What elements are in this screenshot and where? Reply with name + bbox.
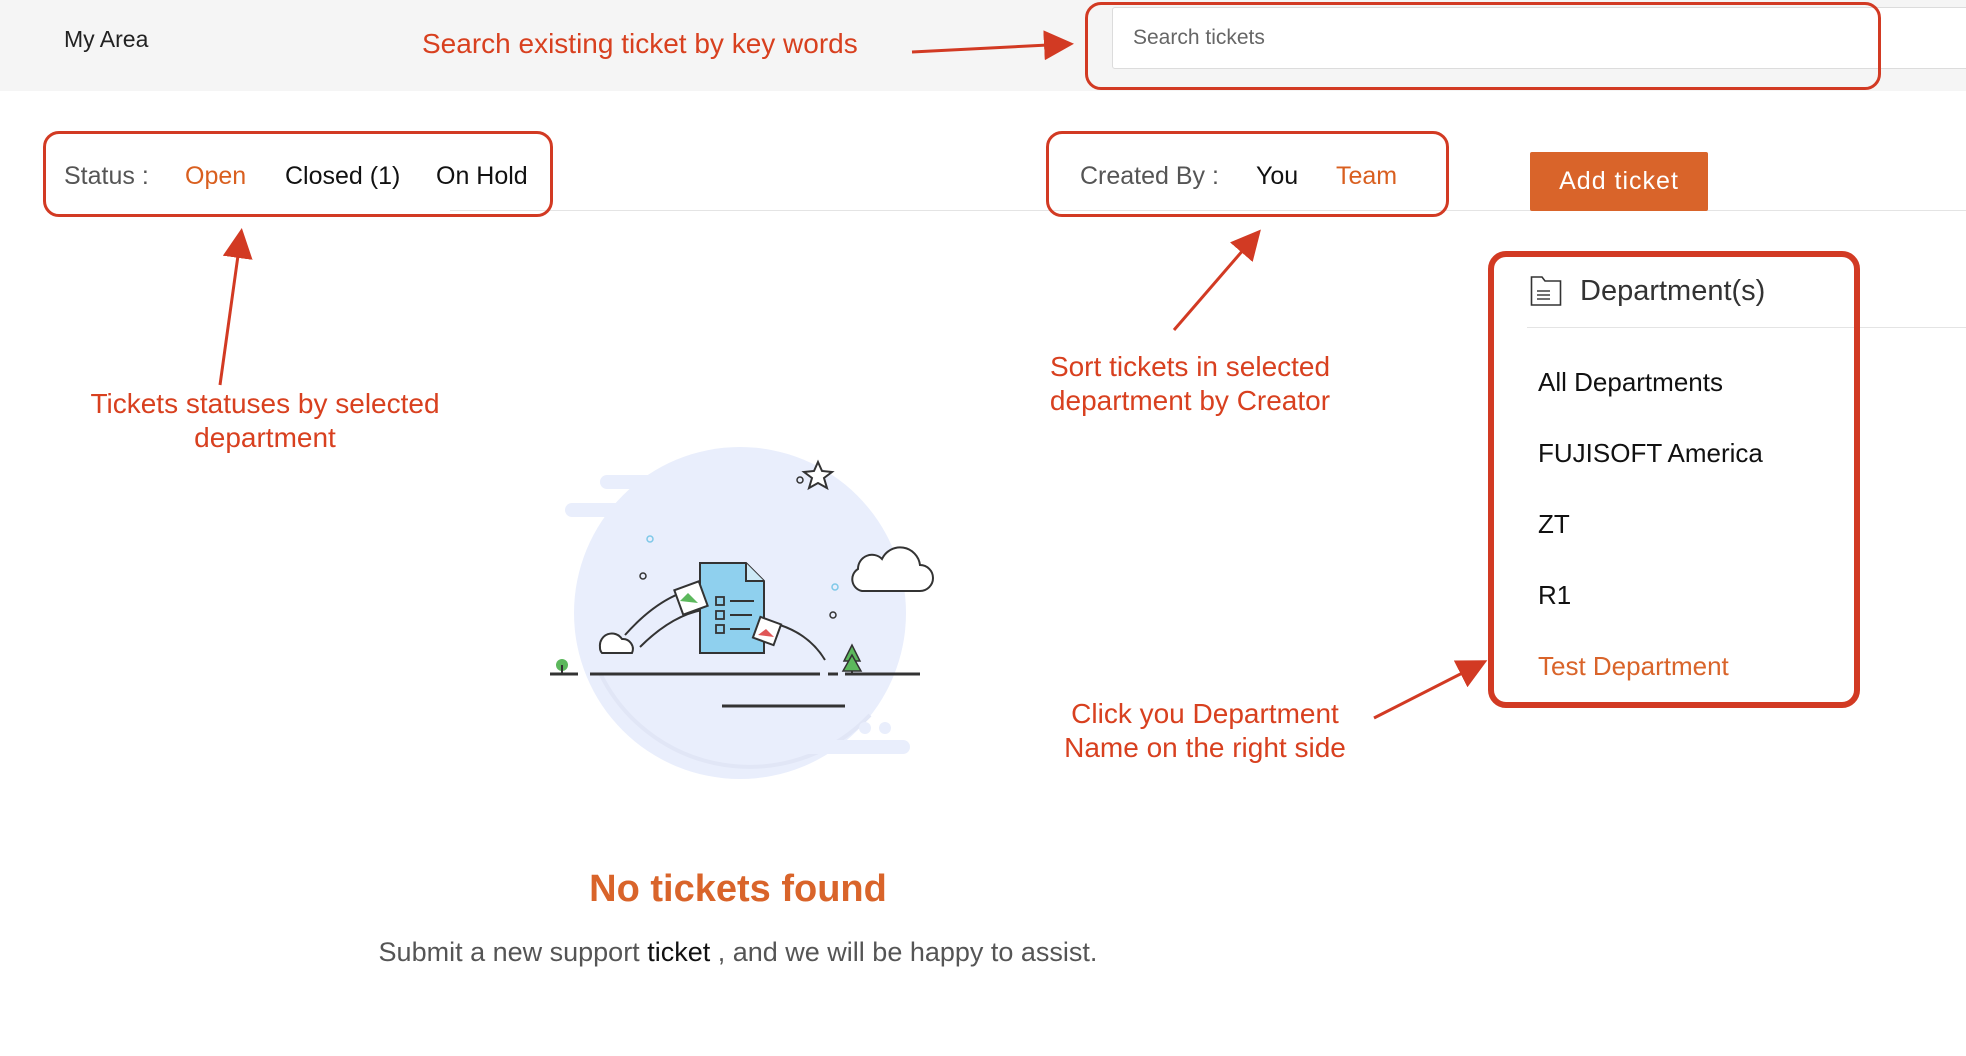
annotation-arrow-created-by (1172, 229, 1261, 331)
annotation-box-search (1085, 2, 1881, 90)
empty-state-title: No tickets found (589, 868, 887, 910)
annotation-arrow-department (1373, 660, 1488, 720)
annotation-created-by-text: Sort tickets in selected department by C… (1010, 350, 1370, 418)
annotation-department-line1: Click you Department (1071, 698, 1339, 729)
empty-state-message-start: Submit a new support (378, 937, 648, 967)
annotation-department-text: Click you Department Name on the right s… (1030, 697, 1380, 765)
annotation-department-line2: Name on the right side (1064, 732, 1346, 763)
empty-state-message-keyword: ticket (647, 937, 711, 967)
annotation-box-created-by (1046, 131, 1449, 217)
annotation-box-status (43, 131, 553, 217)
add-ticket-button[interactable]: Add ticket (1530, 152, 1708, 211)
empty-state-message: Submit a new support ticket , and we wil… (0, 935, 1476, 969)
annotation-arrow-status (218, 228, 253, 386)
annotation-status-line2: department (194, 422, 336, 453)
no-tickets-illustration (550, 447, 934, 779)
annotation-box-departments (1488, 251, 1860, 708)
annotation-created-by-line1: Sort tickets in selected (1049, 351, 1331, 382)
empty-state-message-end: , and we will be happy to assist. (710, 937, 1098, 967)
annotation-created-by-line2: department by Creator (1049, 385, 1331, 416)
page-title: My Area (64, 26, 149, 52)
annotation-status-text: Tickets statuses by selected department (40, 387, 490, 455)
annotation-search-text: Search existing ticket by key words (422, 28, 858, 59)
annotation-status-line1: Tickets statuses by selected (90, 388, 440, 419)
